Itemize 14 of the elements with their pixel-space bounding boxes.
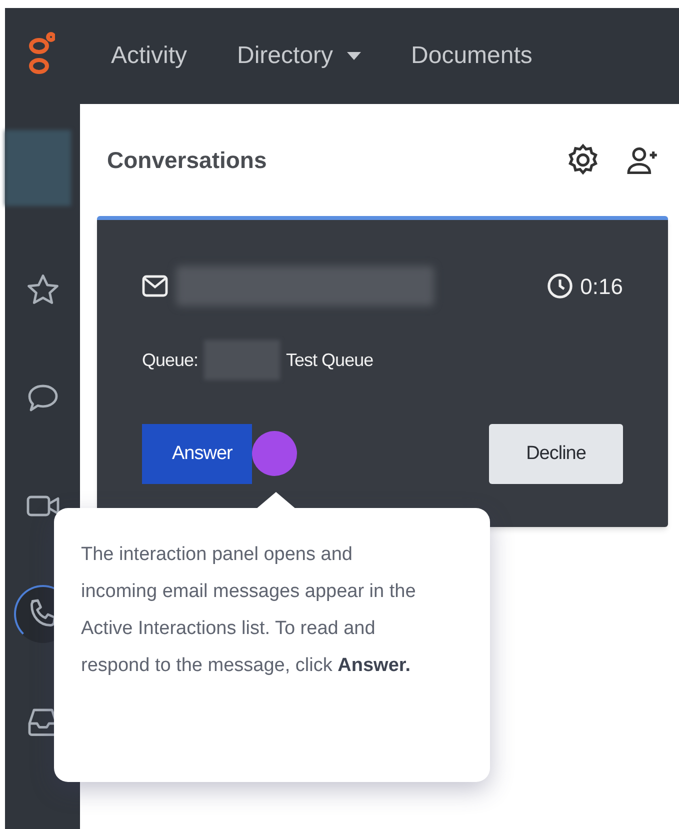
click-indicator bbox=[252, 431, 297, 476]
decline-button[interactable]: Decline bbox=[489, 424, 623, 484]
envelope-icon bbox=[142, 275, 168, 297]
conversation-card[interactable]: 0:16 Queue: Test Queue Answer Decline bbox=[97, 216, 668, 527]
queue-label: Queue: bbox=[142, 348, 198, 372]
timer-text: 0:16 bbox=[580, 272, 623, 300]
tooltip-text: The interaction panel opens and incoming email messages appear in the Active Interactions list. To read and respond to the message, click Answer. bbox=[81, 543, 417, 678]
queue-name: Test Queue bbox=[286, 348, 374, 372]
nav-link[interactable]: Documents bbox=[411, 38, 532, 74]
nav-link[interactable]: Directory bbox=[237, 38, 362, 74]
answer-button[interactable]: Answer bbox=[142, 424, 252, 484]
nav-link[interactable]: Activity bbox=[111, 38, 188, 74]
panel-title: Conversations bbox=[107, 146, 268, 175]
clock-icon bbox=[546, 272, 574, 300]
